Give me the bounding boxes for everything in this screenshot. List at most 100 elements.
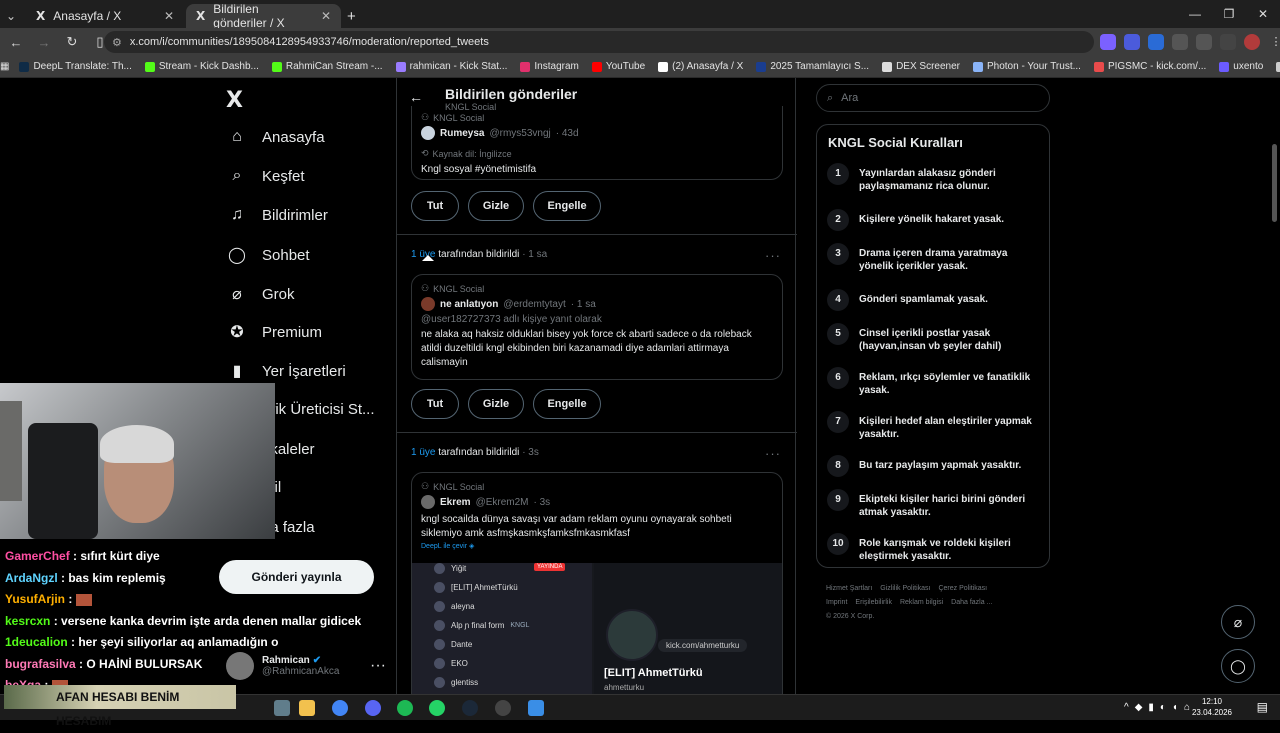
nav-item-5[interactable]: ✪ Premium bbox=[226, 322, 322, 342]
translate-link[interactable]: DeepL ile çevir ◈ bbox=[421, 542, 773, 550]
search-input[interactable]: Ara bbox=[841, 92, 858, 104]
author-name[interactable]: Ekrem bbox=[440, 497, 471, 508]
footer-link[interactable]: Reklam bilgisi bbox=[900, 599, 943, 606]
reply-context[interactable]: @user182727373 adlı kişiye yanıt olarak bbox=[421, 314, 773, 325]
back-arrow-icon[interactable]: ← bbox=[409, 89, 423, 105]
extensions-puzzle-icon[interactable] bbox=[1196, 34, 1212, 50]
bookmark-item[interactable]: uxento bbox=[1219, 61, 1263, 72]
nav-item-4[interactable]: ⌀ Grok bbox=[226, 284, 294, 304]
avatar[interactable] bbox=[421, 126, 435, 140]
nav-item-3[interactable]: ◯ Sohbet bbox=[226, 245, 310, 265]
spotify-icon[interactable] bbox=[397, 700, 413, 716]
post-time[interactable]: · 3s bbox=[534, 497, 551, 508]
avatar[interactable] bbox=[421, 495, 435, 509]
author-handle[interactable]: @erdemtytayt bbox=[503, 299, 565, 310]
footer-link[interactable]: Daha fazla ... bbox=[951, 599, 992, 606]
search-box[interactable]: ⌕ Ara bbox=[816, 84, 1050, 112]
member-name: Dante bbox=[451, 640, 473, 649]
system-tray-icons[interactable]: ^◆▮◐◖⌂ bbox=[1124, 702, 1196, 713]
post-time[interactable]: · 1 sa bbox=[571, 299, 596, 310]
more-options-icon[interactable]: ··· bbox=[765, 446, 781, 461]
nav-item-1[interactable]: ⌕ Keşfet bbox=[226, 167, 305, 185]
more-options-icon[interactable]: ··· bbox=[765, 248, 781, 263]
menu-dots-icon[interactable]: ⋮ bbox=[1268, 34, 1280, 50]
minimize-icon[interactable]: — bbox=[1178, 0, 1212, 28]
author-handle[interactable]: @Ekrem2M bbox=[476, 497, 529, 508]
post-time[interactable]: · 43d bbox=[556, 128, 579, 139]
shield-icon[interactable] bbox=[1172, 34, 1188, 50]
bookmark-item[interactable]: Instagram bbox=[520, 61, 579, 72]
bookmark-item[interactable]: Photon - Your Trust... bbox=[972, 61, 1081, 72]
premium-icon: ✪ bbox=[230, 324, 244, 341]
nav-item-6[interactable]: ▮ Yer İşaretleri bbox=[226, 361, 346, 381]
block-button[interactable]: Engelle bbox=[533, 389, 601, 419]
author-handle[interactable]: @rmys53vngj bbox=[489, 128, 550, 139]
bookmark-item[interactable]: Axiom bbox=[1276, 61, 1280, 72]
chrome-icon[interactable] bbox=[332, 700, 348, 716]
nav-item-0[interactable]: ⌂ Anasayfa bbox=[226, 128, 324, 146]
author-name[interactable]: ne anlatıyon bbox=[440, 299, 498, 310]
post-image[interactable]: Yiğit [ELIT] AhmetTürkü aleyna Alp ɲ final … bbox=[412, 563, 782, 694]
reload-icon[interactable]: ↻ bbox=[60, 34, 84, 50]
reported-post-card[interactable]: ⚇ KNGL Social Ekrem @Ekrem2M · 3s kngl so… bbox=[411, 472, 783, 694]
task-view-icon[interactable] bbox=[274, 700, 290, 716]
community-icon: ⚇ bbox=[421, 283, 430, 293]
file-explorer-icon[interactable] bbox=[299, 700, 315, 716]
footer-link[interactable]: Gizlilik Politikası bbox=[880, 585, 930, 592]
reporter-link[interactable]: 1 üye bbox=[411, 447, 435, 458]
nav-item-2[interactable]: ♫ Bildirimler bbox=[226, 206, 328, 224]
tab-search-button[interactable]: ⌄ bbox=[2, 4, 22, 28]
back-icon[interactable]: ← bbox=[4, 35, 28, 50]
bookmark-item[interactable]: RahmiCan Stream -... bbox=[271, 61, 383, 72]
grok-button[interactable]: ⌀ bbox=[1221, 605, 1255, 639]
footer-link[interactable]: Imprint bbox=[826, 599, 847, 606]
tab-anasayfa[interactable]: X Anasayfa / X ✕ bbox=[26, 4, 184, 28]
close-window-icon[interactable]: ✕ bbox=[1246, 0, 1280, 28]
bookmark-item[interactable]: 2025 Tamamlayıcı S... bbox=[756, 61, 869, 72]
reported-post-card[interactable]: ⚇ KNGL Social Rumeysa @rmys53vngj · 43d ⟲… bbox=[411, 106, 783, 180]
author-name[interactable]: Rumeysa bbox=[440, 128, 484, 139]
scrollbar[interactable] bbox=[1272, 144, 1277, 222]
site-info-icon[interactable]: ⚙ bbox=[112, 36, 122, 49]
apps-grid-icon[interactable]: ▦ bbox=[0, 61, 9, 72]
app-icon[interactable] bbox=[528, 700, 544, 716]
footer-link[interactable]: Çerez Politikası bbox=[938, 585, 987, 592]
keep-button[interactable]: Tut bbox=[411, 191, 459, 221]
whatsapp-icon[interactable] bbox=[429, 700, 445, 716]
bookmark-item[interactable]: PIGSMC - kick.com/... bbox=[1093, 61, 1206, 72]
steam-icon[interactable] bbox=[462, 700, 478, 716]
hide-button[interactable]: Gizle bbox=[468, 389, 524, 419]
bookmark-item[interactable]: YouTube bbox=[591, 61, 645, 72]
close-tab-icon[interactable]: ✕ bbox=[164, 9, 174, 23]
bookmark-item[interactable]: Stream - Kick Dashb... bbox=[144, 61, 259, 72]
block-button[interactable]: Engelle bbox=[533, 191, 601, 221]
clock[interactable]: 12:10 23.04.2026 bbox=[1192, 696, 1232, 718]
extension-icon[interactable] bbox=[1100, 34, 1116, 50]
bookmark-item[interactable]: DEX Screener bbox=[882, 61, 960, 72]
discord-icon[interactable] bbox=[365, 700, 381, 716]
notification-icon[interactable]: ▤ bbox=[1257, 700, 1268, 714]
tab-title: Anasayfa / X bbox=[53, 9, 122, 23]
messages-button[interactable]: ◯ bbox=[1221, 649, 1255, 683]
footer-link[interactable]: Erişilebilirlik bbox=[855, 599, 892, 606]
obs-icon[interactable] bbox=[495, 700, 511, 716]
avatar[interactable] bbox=[1244, 34, 1260, 50]
hide-button[interactable]: Gizle bbox=[468, 191, 524, 221]
address-bar[interactable]: ⚙ x.com/i/communities/189508412895493374… bbox=[104, 31, 1094, 53]
footer-link[interactable]: Hizmet Şartları bbox=[826, 585, 872, 592]
extension-icon[interactable] bbox=[1124, 34, 1140, 50]
close-tab-icon[interactable]: ✕ bbox=[321, 9, 331, 23]
x-logo-icon[interactable]: X bbox=[226, 88, 243, 113]
keep-button[interactable]: Tut bbox=[411, 389, 459, 419]
avatar[interactable] bbox=[421, 297, 435, 311]
split-view-icon[interactable] bbox=[1220, 34, 1236, 50]
restore-icon[interactable]: ❐ bbox=[1212, 0, 1246, 28]
bookmark-item[interactable]: (2) Anasayfa / X bbox=[658, 61, 743, 72]
bookmark-item[interactable]: rahmican - Kick Stat... bbox=[395, 61, 507, 72]
reported-post-card[interactable]: ⚇ KNGL Social ne anlatıyon @erdemtytayt ·… bbox=[411, 274, 783, 380]
bookmark-item[interactable]: DeepL Translate: Th... bbox=[19, 61, 132, 72]
forward-icon[interactable]: → bbox=[32, 35, 56, 50]
extension-icon[interactable] bbox=[1148, 34, 1164, 50]
new-tab-button[interactable]: + bbox=[343, 4, 363, 28]
tab-reported-posts[interactable]: X Bildirilen gönderiler / X ✕ bbox=[186, 2, 341, 30]
